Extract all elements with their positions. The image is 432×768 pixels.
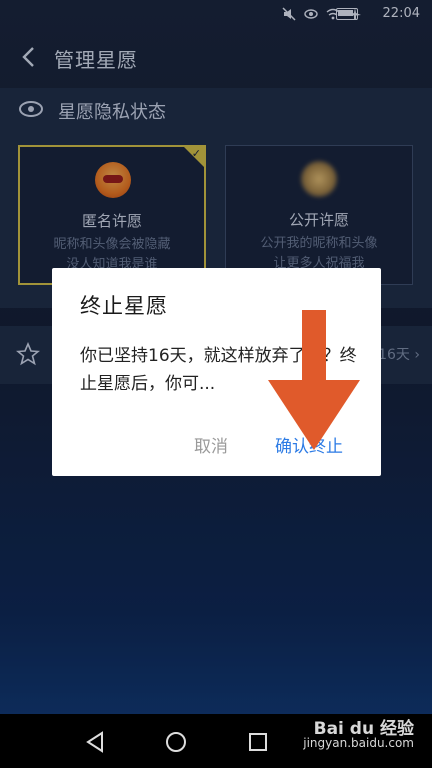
pointer-arrow-icon [268,310,360,450]
baidu-jingyan-watermark: Bai du 经验 jingyan.baidu.com [303,719,414,751]
back-nav-icon[interactable] [84,730,108,754]
home-nav-icon[interactable] [164,730,188,754]
system-nav-bar: Bai du 经验 jingyan.baidu.com [0,716,432,768]
cancel-button[interactable]: 取消 [194,432,228,457]
recents-nav-icon[interactable] [246,730,270,754]
dialog-title: 终止星愿 [80,294,168,318]
